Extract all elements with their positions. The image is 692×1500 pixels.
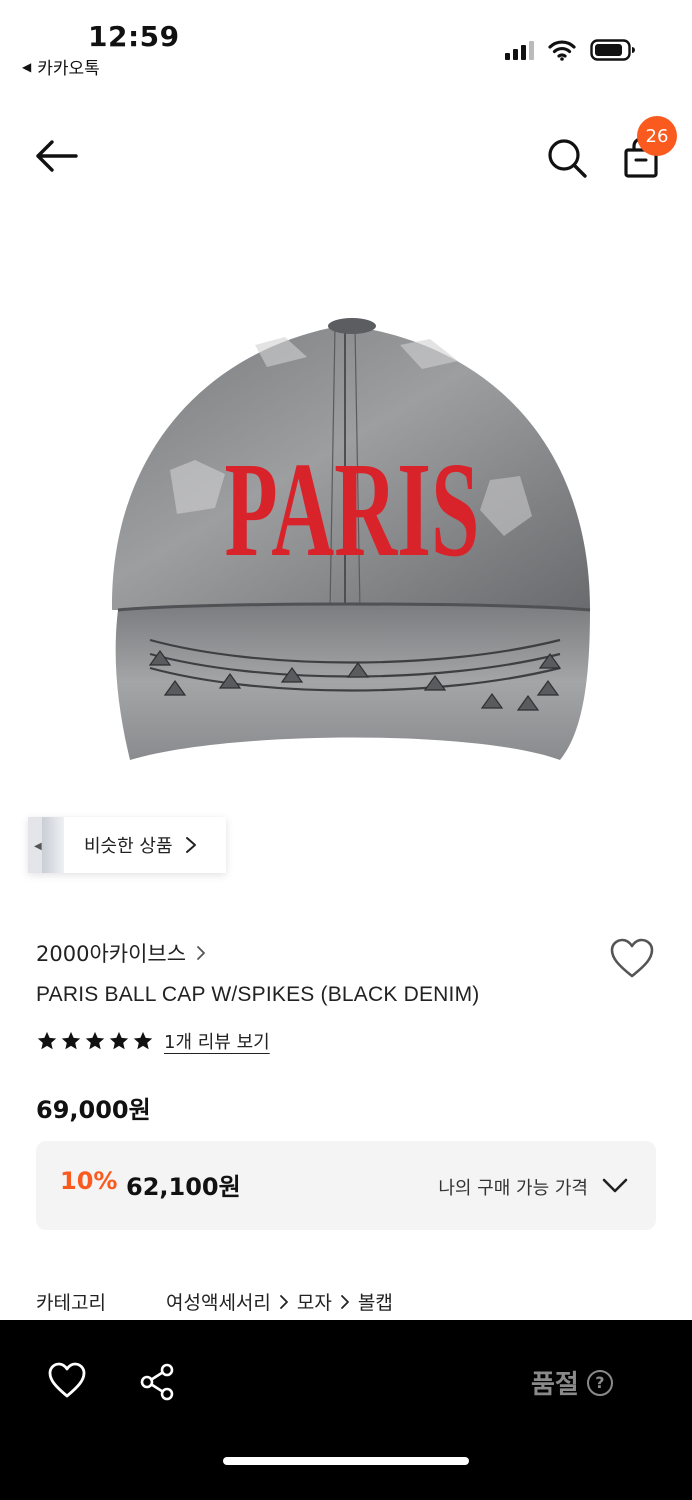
wishlist-heart-icon[interactable] xyxy=(46,1360,88,1400)
rating-row: 1개 리뷰 보기 xyxy=(36,1028,270,1054)
product-image[interactable]: PARIS xyxy=(0,230,692,820)
category-breadcrumb: 여성액세서리 모자 볼캡 xyxy=(166,1288,393,1315)
cellular-signal-icon xyxy=(505,40,534,60)
star-icon xyxy=(109,1031,129,1050)
category-item-womens-accessories[interactable]: 여성액세서리 xyxy=(166,1288,271,1315)
back-arrow-icon[interactable] xyxy=(32,136,82,176)
star-icon xyxy=(85,1031,105,1050)
back-to-app-link[interactable]: ◀ 카카오톡 xyxy=(22,54,100,79)
review-link[interactable]: 1개 리뷰 보기 xyxy=(164,1028,270,1054)
back-app-label: 카카오톡 xyxy=(37,59,100,79)
help-question-icon[interactable]: ? xyxy=(586,1369,613,1396)
brand-link[interactable]: 2000아카이브스 xyxy=(36,938,206,968)
cart-count-badge: 26 xyxy=(637,116,677,156)
discount-rate: 10% xyxy=(60,1167,118,1195)
share-icon[interactable] xyxy=(138,1362,178,1402)
brand-name: 2000아카이브스 xyxy=(36,942,187,966)
chevron-right-icon xyxy=(185,837,196,853)
bottom-action-bar: 품절 ? xyxy=(0,1320,692,1500)
sold-out-label: 품절 xyxy=(531,1370,579,1400)
wishlist-heart-icon[interactable] xyxy=(608,936,656,980)
category-label: 카테고리 xyxy=(36,1292,106,1314)
battery-icon xyxy=(590,39,635,61)
home-indicator[interactable] xyxy=(223,1457,469,1465)
back-triangle-icon: ◀ xyxy=(22,59,32,74)
sold-out-status[interactable]: 품절 ? xyxy=(531,1364,613,1401)
product-name: PARIS BALL CAP W/SPIKES (BLACK DENIM) xyxy=(36,983,480,1006)
similar-items-button[interactable]: ◀ 비슷한 상품 xyxy=(28,817,226,873)
category-item-ball-cap[interactable]: 볼캡 xyxy=(358,1288,393,1315)
status-bar: 12:59 ◀ 카카오톡 xyxy=(0,0,692,90)
chevron-right-icon xyxy=(197,946,205,960)
cap-paris-text: PARIS xyxy=(225,435,480,585)
similar-items-thumbnail: ◀ xyxy=(28,817,64,873)
star-icon xyxy=(61,1031,81,1050)
star-icon xyxy=(37,1031,57,1050)
star-rating xyxy=(36,1030,154,1052)
star-icon xyxy=(133,1031,153,1050)
status-time: 12:59 xyxy=(88,20,180,53)
my-price-dropdown[interactable]: 10% 62,100원 나의 구매 가능 가격 xyxy=(36,1141,656,1230)
top-nav xyxy=(0,110,692,202)
category-item-hats[interactable]: 모자 xyxy=(297,1288,332,1315)
similar-items-label: 비슷한 상품 xyxy=(84,836,173,857)
status-icons xyxy=(505,38,636,62)
original-price: 69,000원 xyxy=(36,1096,151,1124)
chevron-down-icon xyxy=(602,1178,628,1193)
chevron-right-icon xyxy=(340,1294,349,1309)
left-arrow-icon: ◀ xyxy=(34,841,42,852)
search-icon[interactable] xyxy=(545,136,589,180)
wifi-icon xyxy=(548,40,576,61)
my-price-label: 나의 구매 가능 가격 xyxy=(438,1178,588,1199)
sale-price: 62,100원 xyxy=(126,1173,241,1201)
chevron-right-icon xyxy=(279,1294,288,1309)
category-row: 카테고리 여성액세서리 모자 볼캡 xyxy=(36,1288,393,1315)
